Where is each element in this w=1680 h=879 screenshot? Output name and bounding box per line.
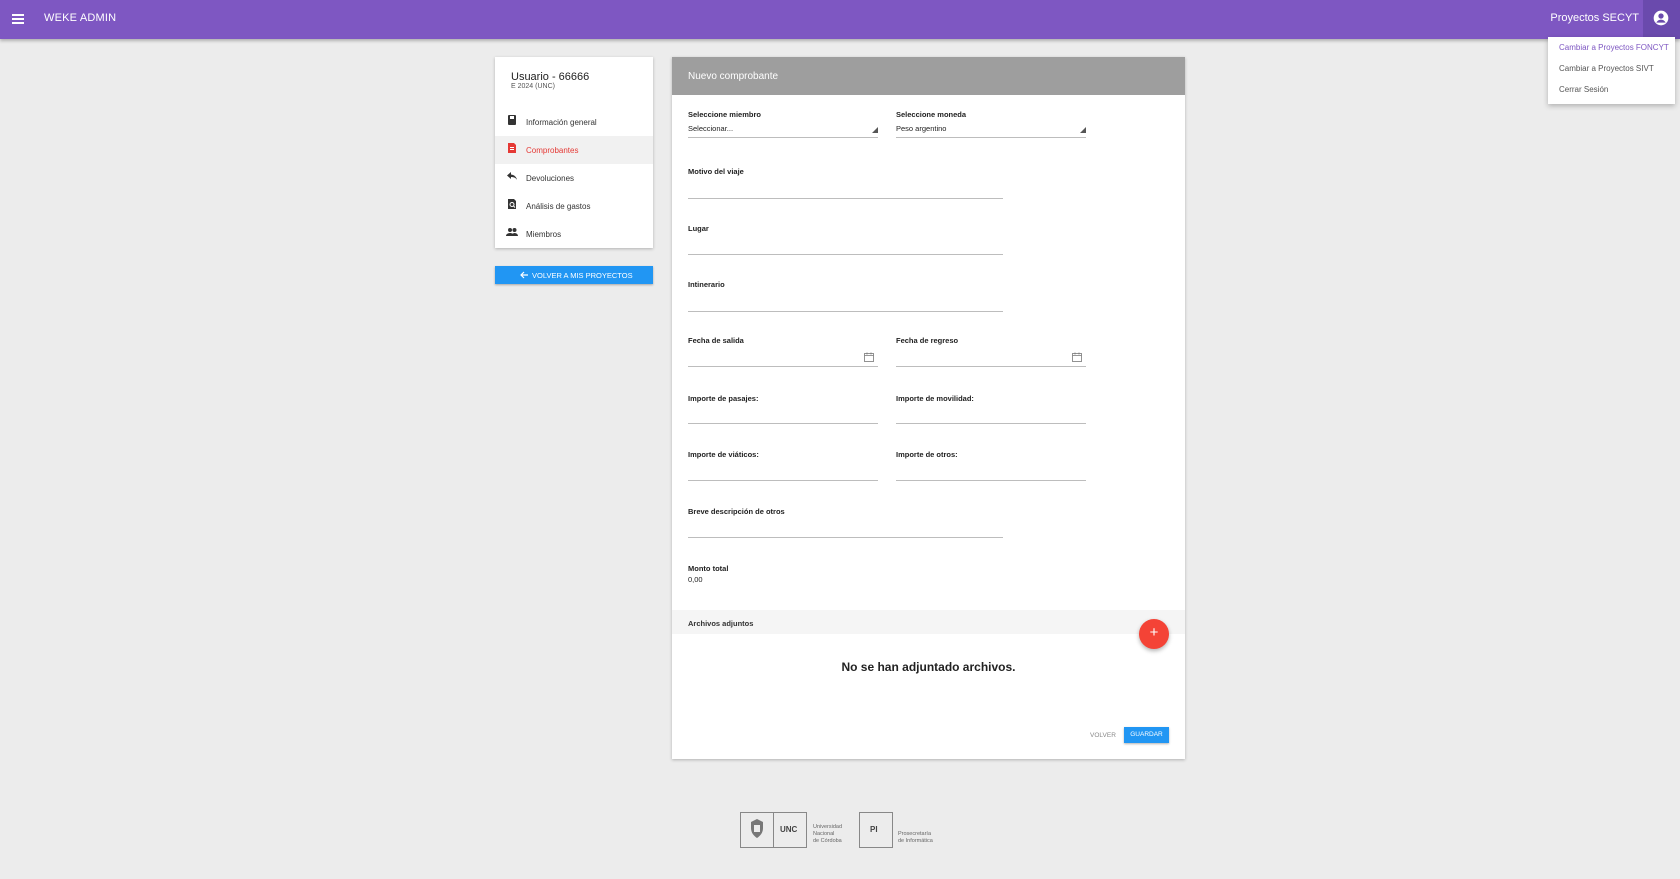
attachments-bar: Archivos adjuntos	[672, 610, 1185, 634]
seal-icon	[751, 819, 763, 838]
sidebar-item-miembros[interactable]: Miembros	[495, 220, 653, 248]
per-diem-amount-label: Importe de viáticos:	[688, 450, 759, 459]
member-select[interactable]: Seleccionar...	[688, 121, 878, 138]
calendar-icon[interactable]	[1072, 352, 1082, 362]
people-icon	[506, 228, 518, 236]
unc-caption-line: de Córdoba	[813, 838, 842, 844]
return-date-label: Fecha de regreso	[896, 336, 959, 345]
back-to-projects-button[interactable]: VOLVER A MIS PROYECTOS	[495, 266, 653, 284]
unc-logo: UNC	[773, 812, 807, 848]
account-circle-icon	[1653, 10, 1669, 26]
other-amount-input[interactable]	[896, 464, 1086, 481]
itinerary-label: Intinerario	[688, 280, 725, 289]
back-to-projects-label: VOLVER A MIS PROYECTOS	[532, 271, 633, 280]
total-amount-value: 0,00	[688, 575, 703, 584]
menu-item-logout[interactable]: Cerrar Sesión	[1559, 85, 1608, 94]
save-button[interactable]: GUARDAR	[1124, 727, 1169, 743]
trip-reason-input[interactable]	[688, 182, 1003, 199]
departure-date-input[interactable]	[688, 350, 878, 367]
sidebar-item-label: Análisis de gastos	[526, 202, 591, 211]
menu-item-foncyt[interactable]: Cambiar a Proyectos FONCYT	[1559, 43, 1669, 52]
sidebar-item-informacion-general[interactable]: Información general	[495, 108, 653, 136]
new-receipt-form: Nuevo comprobante Seleccione miembro Sel…	[672, 57, 1185, 759]
mobility-amount-label: Importe de movilidad:	[896, 394, 974, 403]
place-input[interactable]	[688, 238, 1003, 255]
return-date-input[interactable]	[896, 350, 1086, 367]
user-menu-dropdown: Cambiar a Proyectos FONCYT Cambiar a Pro…	[1548, 37, 1675, 104]
currency-label: Seleccione moneda	[896, 110, 967, 119]
menu-icon[interactable]	[9, 9, 29, 29]
sidebar-item-devoluciones[interactable]: Devoluciones	[495, 164, 653, 192]
place-label: Lugar	[688, 224, 709, 233]
other-amount-label: Importe de otros:	[896, 450, 958, 459]
other-description-input[interactable]	[688, 521, 1003, 538]
departure-date-label: Fecha de salida	[688, 336, 744, 345]
pi-caption: Prosecretaría de Informática	[898, 831, 933, 845]
tickets-amount-input[interactable]	[688, 407, 878, 424]
pi-caption-line: Prosecretaría	[898, 831, 932, 837]
sidebar-item-label: Miembros	[526, 230, 562, 239]
book-icon	[508, 115, 516, 125]
pi-logo-text: PI	[870, 825, 878, 834]
add-attachment-button[interactable]: +	[1139, 619, 1169, 649]
user-subtitle: E 2024 (UNC)	[511, 83, 555, 90]
user-title: Usuario - 66666	[511, 71, 590, 83]
sidebar-item-label: Devoluciones	[526, 174, 575, 183]
back-button[interactable]: VOLVER	[1090, 732, 1116, 739]
unc-caption-line: Universidad	[813, 824, 843, 830]
member-label: Seleccione miembro	[688, 110, 761, 119]
form-title: Nuevo comprobante	[688, 71, 779, 82]
arrow-left-icon	[520, 271, 528, 279]
per-diem-amount-input[interactable]	[688, 464, 878, 481]
sidebar-item-label: Comprobantes	[526, 146, 579, 155]
pi-caption-line: de Informática	[898, 838, 933, 844]
trip-reason-label: Motivo del viaje	[688, 167, 744, 176]
sidebar-item-analisis-gastos[interactable]: Análisis de gastos	[495, 192, 653, 220]
tickets-amount-label: Importe de pasajes:	[688, 394, 759, 403]
member-select-value: Seleccionar...	[688, 124, 734, 133]
unc-logo-text: UNC	[780, 825, 798, 834]
no-attachments-message: No se han adjuntado archivos.	[841, 660, 1016, 674]
other-description-label: Breve descripción de otros	[688, 507, 785, 516]
pi-logo: PI	[859, 812, 893, 848]
form-header: Nuevo comprobante	[672, 57, 1185, 95]
calendar-icon[interactable]	[864, 352, 874, 362]
reply-icon	[507, 172, 517, 180]
dropdown-arrow-icon	[1080, 127, 1086, 133]
unc-caption: Universidad Nacional de Córdoba	[813, 824, 842, 845]
sidebar-card: Usuario - 66666 E 2024 (UNC) Información…	[495, 57, 653, 248]
top-app-bar: WEKE ADMIN Proyectos SECYT	[0, 0, 1680, 39]
itinerary-input[interactable]	[688, 295, 1003, 312]
currency-select-value: Peso argentino	[896, 124, 947, 133]
sidebar-item-label: Información general	[526, 118, 597, 127]
current-project-label: Proyectos SECYT	[1550, 12, 1639, 24]
plus-icon: +	[1149, 624, 1159, 641]
dropdown-arrow-icon	[872, 127, 878, 133]
currency-select[interactable]: Peso argentino	[896, 121, 1086, 138]
menu-item-sivt[interactable]: Cambiar a Proyectos SIVT	[1559, 64, 1654, 73]
attachments-label: Archivos adjuntos	[688, 619, 754, 628]
receipt-icon	[508, 143, 516, 153]
sidebar-item-comprobantes[interactable]: Comprobantes	[495, 136, 653, 164]
account-button[interactable]	[1643, 0, 1680, 39]
app-title: WEKE ADMIN	[44, 12, 117, 24]
unc-seal-logo	[740, 812, 774, 848]
footer-logos: UNC Universidad Nacional de Córdoba PI P…	[740, 811, 940, 849]
total-amount-label: Monto total	[688, 564, 729, 573]
unc-caption-line: Nacional	[813, 831, 835, 837]
mobility-amount-input[interactable]	[896, 407, 1086, 424]
search-document-icon	[508, 199, 516, 209]
